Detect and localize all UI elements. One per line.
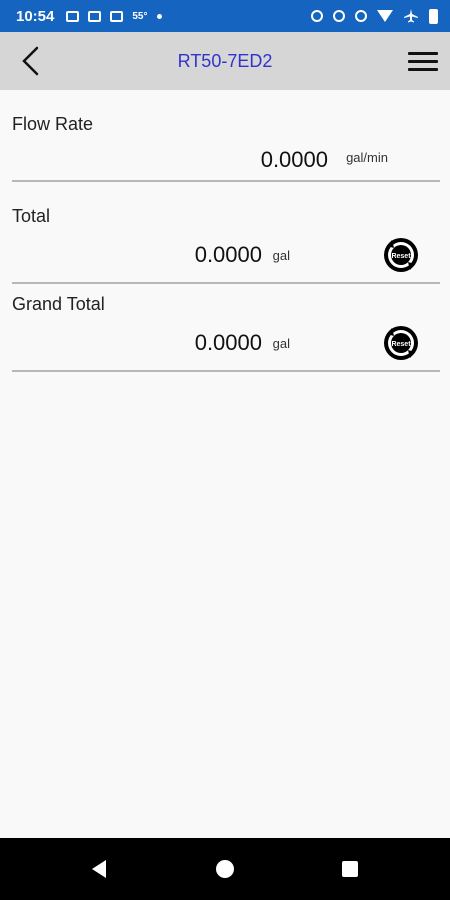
news-icon [110, 10, 124, 22]
flow-rate-row: Flow Rate 0.0000 gal/min [12, 90, 440, 182]
grand-total-unit: gal [272, 336, 290, 351]
nav-back-icon[interactable] [92, 860, 106, 878]
status-left-icons: 55° [66, 10, 162, 22]
flow-rate-value: 0.0000 [260, 147, 328, 172]
navigation-bar [0, 838, 450, 900]
grand-total-reset-text: Reset [391, 341, 411, 348]
alarm-icon [311, 10, 323, 22]
mail-icon [88, 10, 102, 22]
nav-home-icon[interactable] [216, 860, 234, 878]
dot-icon [156, 13, 162, 19]
total-reset-text: Reset [391, 253, 411, 260]
grand-total-reset-button[interactable]: Reset [382, 324, 420, 362]
status-time: 10:54 [16, 7, 55, 25]
battery-icon [429, 8, 438, 24]
total-unit: gal [272, 248, 290, 263]
airplane-icon [404, 9, 418, 23]
reset-icon: Reset [384, 326, 418, 360]
total-value: 0.0000 [194, 242, 262, 267]
back-button[interactable] [14, 42, 46, 80]
reset-icon: Reset [384, 238, 418, 272]
status-right-icons [311, 0, 438, 32]
flow-rate-label: Flow Rate [12, 114, 94, 134]
temperature-text: 55° [132, 10, 148, 22]
grand-total-label: Grand Total [12, 294, 105, 314]
menu-button[interactable] [408, 44, 438, 78]
chevron-left-icon [22, 46, 39, 76]
total-reset-button[interactable]: Reset [382, 236, 420, 274]
hamburger-menu-icon [408, 51, 438, 55]
status-bar: 10:54 55° [0, 0, 450, 32]
vibrate-icon [355, 10, 367, 22]
app-header: RT50-7ED2 [0, 32, 450, 90]
nav-recents-icon[interactable] [342, 861, 358, 877]
wifi-icon [377, 10, 393, 22]
photo-icon [66, 10, 80, 22]
data-saver-icon [333, 10, 345, 22]
total-label: Total [12, 206, 51, 226]
grand-total-value: 0.0000 [194, 330, 262, 355]
total-row: Total 0.0000 gal Reset [12, 182, 440, 284]
page-title: RT50-7ED2 [177, 51, 273, 71]
grand-total-row: Grand Total 0.0000 gal Reset [12, 284, 440, 372]
flow-rate-unit: gal/min [346, 150, 388, 165]
